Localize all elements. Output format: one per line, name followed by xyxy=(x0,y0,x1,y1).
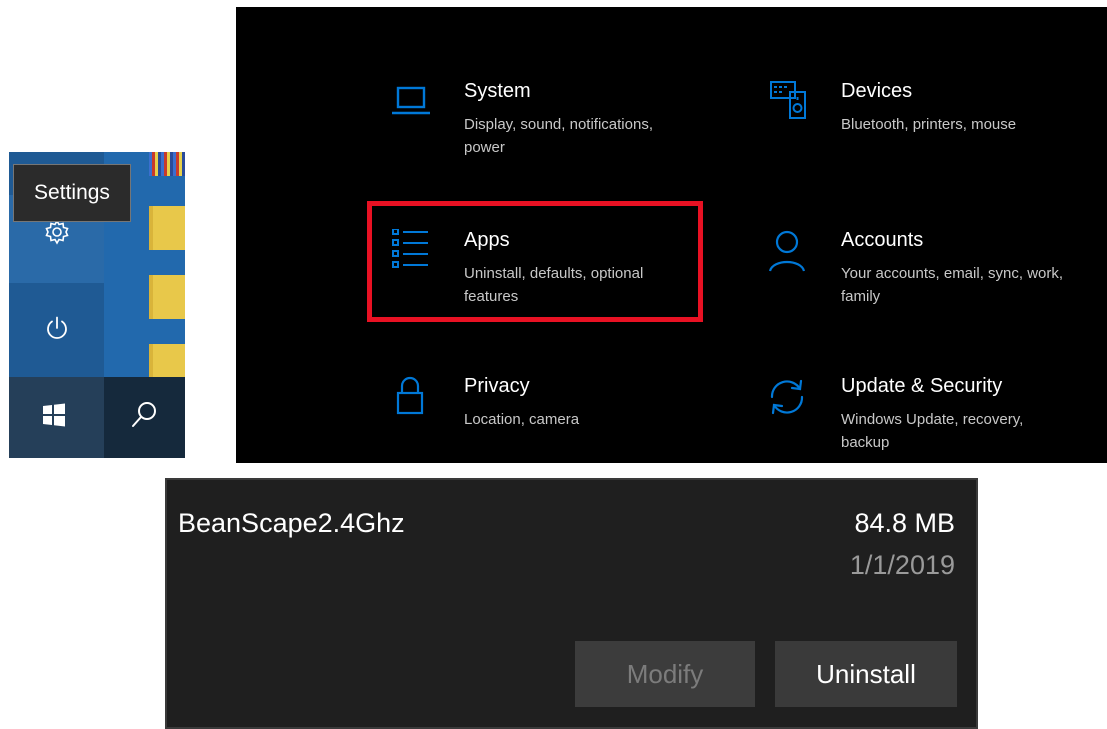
setting-update-security[interactable]: Update & Security Windows Update, recove… xyxy=(765,375,1085,455)
setting-description: Windows Update, recovery, backup xyxy=(841,411,1024,451)
setting-title: Accounts xyxy=(841,229,924,251)
setting-description: Location, camera xyxy=(464,411,580,428)
modify-button[interactable]: Modify xyxy=(575,641,755,707)
devices-icon xyxy=(770,81,806,119)
lock-icon xyxy=(396,376,424,415)
laptop-icon xyxy=(392,86,430,115)
setting-privacy[interactable]: Privacy Location, camera xyxy=(388,375,688,455)
app-size: 84.8 MB xyxy=(854,508,955,538)
gear-icon xyxy=(45,219,69,245)
settings-tooltip: Settings xyxy=(13,164,131,222)
folder-tile[interactable] xyxy=(149,275,185,319)
windows-logo-icon xyxy=(43,403,65,427)
app-install-date: 1/1/2019 xyxy=(849,550,955,580)
sync-icon xyxy=(770,379,804,415)
app-name: BeanScape2.4Ghz xyxy=(178,508,405,538)
setting-title: Privacy xyxy=(464,375,530,397)
setting-title: System xyxy=(464,80,531,102)
apps-highlight-box xyxy=(367,201,703,322)
setting-system[interactable]: System Display, sound, notifications, po… xyxy=(388,80,688,160)
person-icon xyxy=(768,230,806,272)
setting-description: Your accounts, email, sync, work, family xyxy=(841,265,1064,305)
setting-description: Bluetooth, printers, mouse xyxy=(841,116,1017,133)
setting-title: Update & Security xyxy=(841,375,1003,397)
uninstall-button[interactable]: Uninstall xyxy=(775,641,957,707)
app-tile-thumbnail[interactable] xyxy=(149,152,185,176)
folder-tile[interactable] xyxy=(149,344,185,377)
setting-accounts[interactable]: Accounts Your accounts, email, sync, wor… xyxy=(765,229,1085,309)
setting-title: Devices xyxy=(841,80,913,102)
power-icon xyxy=(47,316,67,339)
setting-devices[interactable]: Devices Bluetooth, printers, mouse xyxy=(765,80,1085,160)
search-icon xyxy=(132,402,156,427)
folder-tile[interactable] xyxy=(149,206,185,250)
setting-description: Display, sound, notifications, power xyxy=(464,116,653,156)
